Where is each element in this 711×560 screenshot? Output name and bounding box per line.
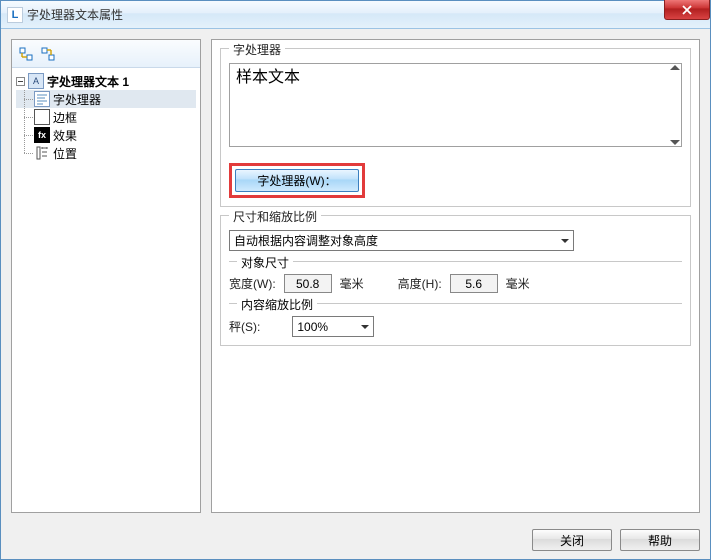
tree-root-label: 字处理器文本 1 [47, 73, 129, 90]
border-icon [34, 109, 50, 125]
subgroup-content-scale: 内容缩放比例 秤(S): 100% [229, 303, 682, 337]
chevron-down-icon [361, 325, 369, 329]
help-button[interactable]: 帮助 [620, 529, 700, 551]
tree-item-border[interactable]: 边框 [16, 108, 196, 126]
tree-item-position[interactable]: 位置 [16, 144, 196, 162]
width-input[interactable] [284, 274, 332, 293]
titlebar: L 字处理器文本属性 [1, 1, 710, 29]
tree-expander[interactable] [16, 77, 25, 86]
width-label: 宽度(W): [229, 275, 276, 292]
size-mode-combo[interactable]: 自动根据内容调整对象高度 [229, 230, 574, 251]
width-unit: 毫米 [340, 275, 364, 292]
scroll-up-icon[interactable] [670, 65, 680, 70]
sample-text: 样本文本 [236, 69, 300, 86]
collapse-icon [41, 47, 55, 61]
group-legend: 尺寸和缩放比例 [229, 208, 321, 225]
left-panel: 字处理器文本 1 字处理器 边框 [11, 39, 201, 513]
sample-text-area[interactable]: 样本文本 [229, 63, 682, 147]
group-legend: 字处理器 [229, 41, 285, 58]
tree-item-effects[interactable]: fx 效果 [16, 126, 196, 144]
effects-icon: fx [34, 127, 50, 143]
tree-item-label: 字处理器 [53, 91, 101, 108]
tree-item-label: 边框 [53, 109, 77, 126]
height-input[interactable] [450, 274, 498, 293]
property-tree: 字处理器文本 1 字处理器 边框 [12, 68, 200, 512]
dialog-footer: 关闭 帮助 [532, 529, 700, 551]
scroll-down-icon[interactable] [670, 140, 680, 145]
subgroup-object-size: 对象尺寸 宽度(W): 毫米 高度(H): 毫米 [229, 261, 682, 293]
close-icon [682, 5, 692, 15]
wordprocessor-button[interactable]: 字处理器(W)： [235, 169, 359, 192]
chevron-down-icon [561, 239, 569, 243]
position-icon [34, 145, 50, 161]
tree-item-label: 效果 [53, 127, 77, 144]
highlighted-button-frame: 字处理器(W)： [229, 163, 365, 198]
height-unit: 毫米 [506, 275, 530, 292]
tree-item-wordprocessor[interactable]: 字处理器 [16, 90, 196, 108]
dialog-window: L 字处理器文本属性 [0, 0, 711, 560]
subgroup-legend: 对象尺寸 [237, 254, 293, 271]
window-title: 字处理器文本属性 [27, 1, 123, 29]
height-label: 高度(H): [398, 275, 442, 292]
left-toolbar [12, 40, 200, 68]
combo-value: 100% [297, 320, 328, 334]
group-size-scale: 尺寸和缩放比例 自动根据内容调整对象高度 对象尺寸 宽度(W): 毫米 [220, 215, 691, 346]
close-button[interactable] [664, 0, 710, 20]
combo-value: 自动根据内容调整对象高度 [234, 232, 378, 249]
scale-combo[interactable]: 100% [292, 316, 374, 337]
app-icon: L [7, 7, 23, 23]
right-panel: 字处理器 样本文本 字处理器(W)： [211, 39, 700, 513]
expand-icon [19, 47, 33, 61]
toolbar-expand-button[interactable] [16, 44, 36, 64]
toolbar-collapse-button[interactable] [38, 44, 58, 64]
dialog-body: 字处理器文本 1 字处理器 边框 [1, 29, 710, 559]
subgroup-legend: 内容缩放比例 [237, 296, 317, 313]
tree-item-label: 位置 [53, 145, 77, 162]
close-dialog-button[interactable]: 关闭 [532, 529, 612, 551]
scale-label: 秤(S): [229, 318, 260, 335]
tree-root[interactable]: 字处理器文本 1 [16, 72, 196, 90]
text-object-icon [28, 73, 44, 89]
wordprocessor-icon [34, 91, 50, 107]
group-wordprocessor: 字处理器 样本文本 字处理器(W)： [220, 48, 691, 207]
